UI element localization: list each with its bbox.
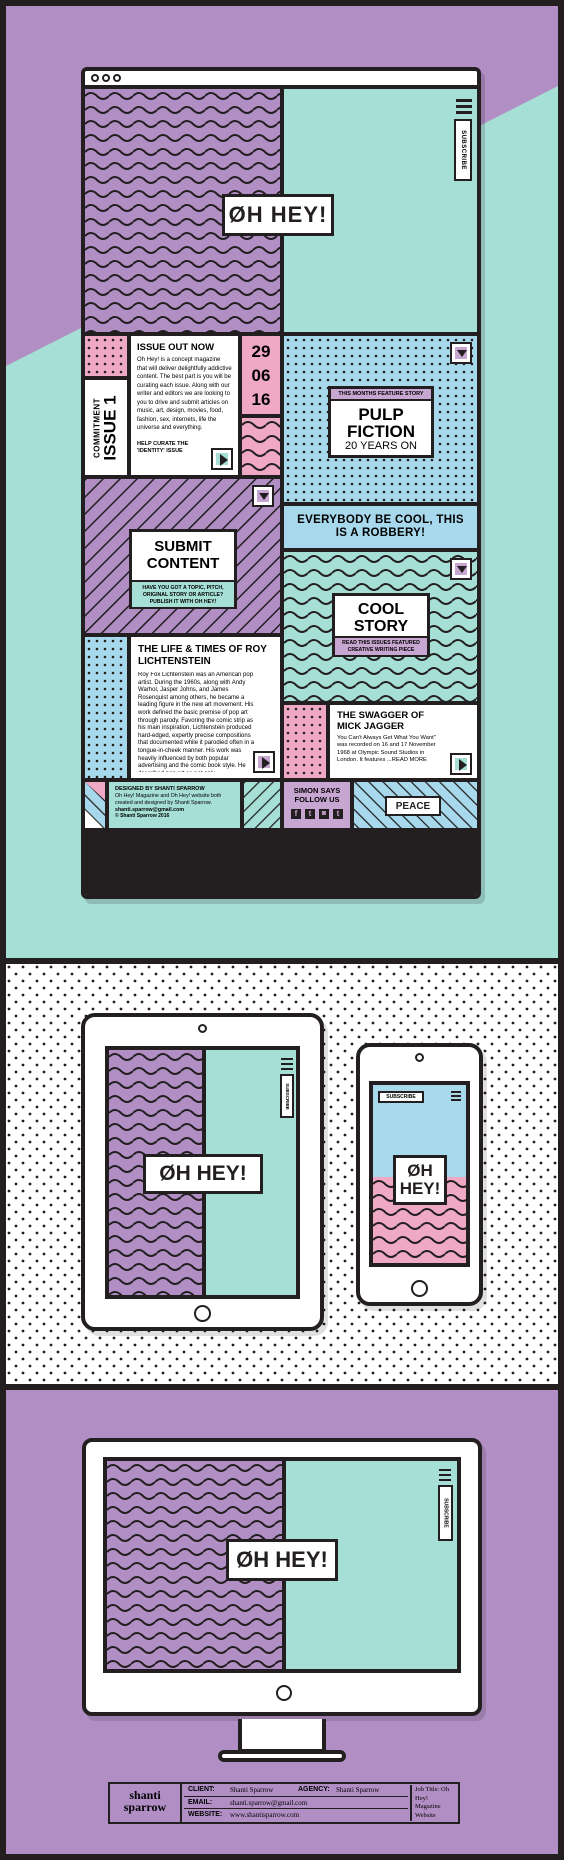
window-dot-icon[interactable] [91,74,99,82]
submit-title: SUBMIT CONTENT [146,538,220,572]
client-value: Shanti Sparrow [230,1786,274,1794]
phone-menu-icon[interactable] [451,1091,461,1101]
tumblr-icon[interactable]: t [333,809,343,819]
issue-play-button[interactable] [211,448,233,470]
desktop-menu-icon[interactable] [439,1469,451,1481]
pink-waves-tile [242,418,280,475]
phone-subscribe-button[interactable]: SUBSCRIBE [378,1091,424,1103]
feature-sub: 20 YEARS ON [345,440,417,452]
website-value[interactable]: www.shantisparrow.com [230,1811,299,1819]
tablet-logo[interactable]: ØH HEY! [143,1154,263,1194]
agency-value: Shanti Sparrow [336,1786,380,1794]
date-year: 16 [251,390,271,409]
desktop-stand-neck [238,1719,326,1753]
browser-window: ØH HEY! SUBSCRIBE COMMITMENT ISSUE 1 ISS… [81,67,481,899]
subscribe-button[interactable]: SUBSCRIBE [454,119,472,181]
phone-device: SUBSCRIBE ØH HEY! [356,1043,483,1306]
footer-simon: SIMON SAYS FOLLOW US [293,786,341,804]
cool-card[interactable]: COOL STORY READ THIS ISSUES FEATURED CRE… [332,593,430,657]
tablet-camera-icon [198,1024,207,1033]
jagger-play-button[interactable] [450,753,472,775]
footer-copyright: © Shanti Sparrow 2016 [115,813,170,820]
tablet-subscribe-label: SUBSCRIBE [284,1082,290,1110]
submit-dropdown-button[interactable] [252,485,274,507]
email-value[interactable]: shanti.sparrow@gmail.com [230,1799,307,1807]
peace-button[interactable]: PEACE [385,796,441,816]
desktop-monitor: SUBSCRIBE ØH HEY! [82,1438,482,1716]
window-dot-icon[interactable] [102,74,110,82]
date-block: 29 06 16 [242,336,280,414]
pink-dots-strip [284,705,326,778]
job-title: Job Title: Oh Hey! Magazine Website [410,1785,458,1821]
desktop-subscribe-label: SUBSCRIBE [442,1498,449,1528]
brand-logo: shanti sparrow [110,1784,182,1822]
tablet-device: SUBSCRIBE ØH HEY! [81,1013,324,1331]
roy-card: THE LIFE & TIMES OF ROY LICHTENSTEIN Roy… [131,637,280,778]
jagger-card: THE SWAGGER OF MICK JAGGER You Can't Alw… [330,705,477,778]
jagger-body: You Can't Always Get What You Want" was … [337,735,436,764]
client-label: CLIENT: [188,1786,215,1793]
tablet-subscribe-button[interactable]: SUBSCRIBE [280,1074,294,1118]
web-content: ØH HEY! SUBSCRIBE COMMITMENT ISSUE 1 ISS… [85,89,477,895]
submit-card[interactable]: SUBMIT CONTENT HAVE YOU GOT A TOPIC, PIT… [129,529,237,609]
footer-credit-card: DESIGNED BY SHANTI SPARROW Oh Hey! Magaz… [109,782,240,828]
feature-title: PULP FICTION [347,405,415,441]
roy-body: Roy Fox Lichtenstein was an American pop… [138,672,255,772]
phone-home-button[interactable] [411,1280,428,1297]
brand-bottom: sparrow [123,1800,167,1814]
email-label: EMAIL: [188,1799,213,1806]
roy-title: THE LIFE & TIMES OF ROY LICHTENSTEIN [138,644,267,667]
agency-label: AGENCY: [298,1786,330,1793]
desktop-subscribe-button[interactable]: SUBSCRIBE [438,1485,453,1541]
footer-credit: Oh Hey! Magazine and Oh Hey! website bot… [115,793,222,806]
cool-dropdown-button[interactable] [450,558,472,580]
issue-body: Oh Hey! is a concept magazine that will … [137,357,232,431]
browser-titlebar [85,71,477,89]
issue-cta[interactable]: HELP CURATE THE 'IDENTITY' ISSUE [137,441,207,455]
tablet-home-button[interactable] [194,1305,211,1322]
cool-title: COOL STORY [353,601,409,635]
submit-body: HAVE YOU GOT A TOPIC, PITCH, ORIGINAL ST… [132,580,234,607]
issue-badge-big: ISSUE 1 [101,394,121,461]
website-label: WEBSITE: [188,1811,223,1818]
footer-corner-tile [85,782,105,828]
cool-body: READ THIS ISSUES FEATURED CREATIVE WRITI… [335,636,427,655]
date-day: 29 [251,342,271,361]
date-month: 06 [251,366,271,385]
hero-logo[interactable]: ØH HEY! [222,194,334,236]
feature-kicker: THIS MONTHS FEATURE STORY [331,389,431,401]
window-dot-icon[interactable] [113,74,121,82]
feature-dropdown-button[interactable] [450,342,472,364]
quote-banner: EVERYBODY BE COOL, THIS IS A ROBBERY! [284,506,477,548]
footer-mint-waves [244,782,280,828]
subscribe-label: SUBSCRIBE [460,130,466,170]
pink-dots-tile [85,336,127,376]
issue-title: ISSUE OUT NOW [137,342,215,353]
phone-logo[interactable]: ØH HEY! [393,1155,447,1205]
jagger-title: THE SWAGGER OF MICK JAGGER [337,710,425,732]
hamburger-menu-icon[interactable] [456,99,472,115]
feature-card[interactable]: THIS MONTHS FEATURE STORY PULP FICTION 2… [328,386,434,458]
blue-dots-strip [85,637,127,778]
twitter-icon[interactable]: t [305,809,315,819]
instagram-icon[interactable]: ◙ [319,809,329,819]
issue-badge: COMMITMENT ISSUE 1 [85,380,127,475]
desktop-power-button[interactable] [276,1685,292,1701]
desktop-logo[interactable]: ØH HEY! [226,1539,338,1581]
footer-social-card: SIMON SAYS FOLLOW US f t ◙ t [284,782,350,828]
tablet-menu-icon[interactable] [281,1058,293,1070]
facebook-icon[interactable]: f [291,809,301,819]
footer-designed-by: DESIGNED BY SHANTI SPARROW [115,786,205,792]
roy-play-button[interactable] [253,751,275,773]
issue-card: ISSUE OUT NOW Oh Hey! is a concept magaz… [131,336,238,475]
credits-bar: shanti sparrow CLIENT: Shanti Sparrow AG… [108,1782,460,1824]
desktop-stand-base [218,1750,346,1762]
quote-text: EVERYBODY BE COOL, THIS IS A ROBBERY! [297,514,464,539]
phone-camera-icon [415,1053,424,1062]
